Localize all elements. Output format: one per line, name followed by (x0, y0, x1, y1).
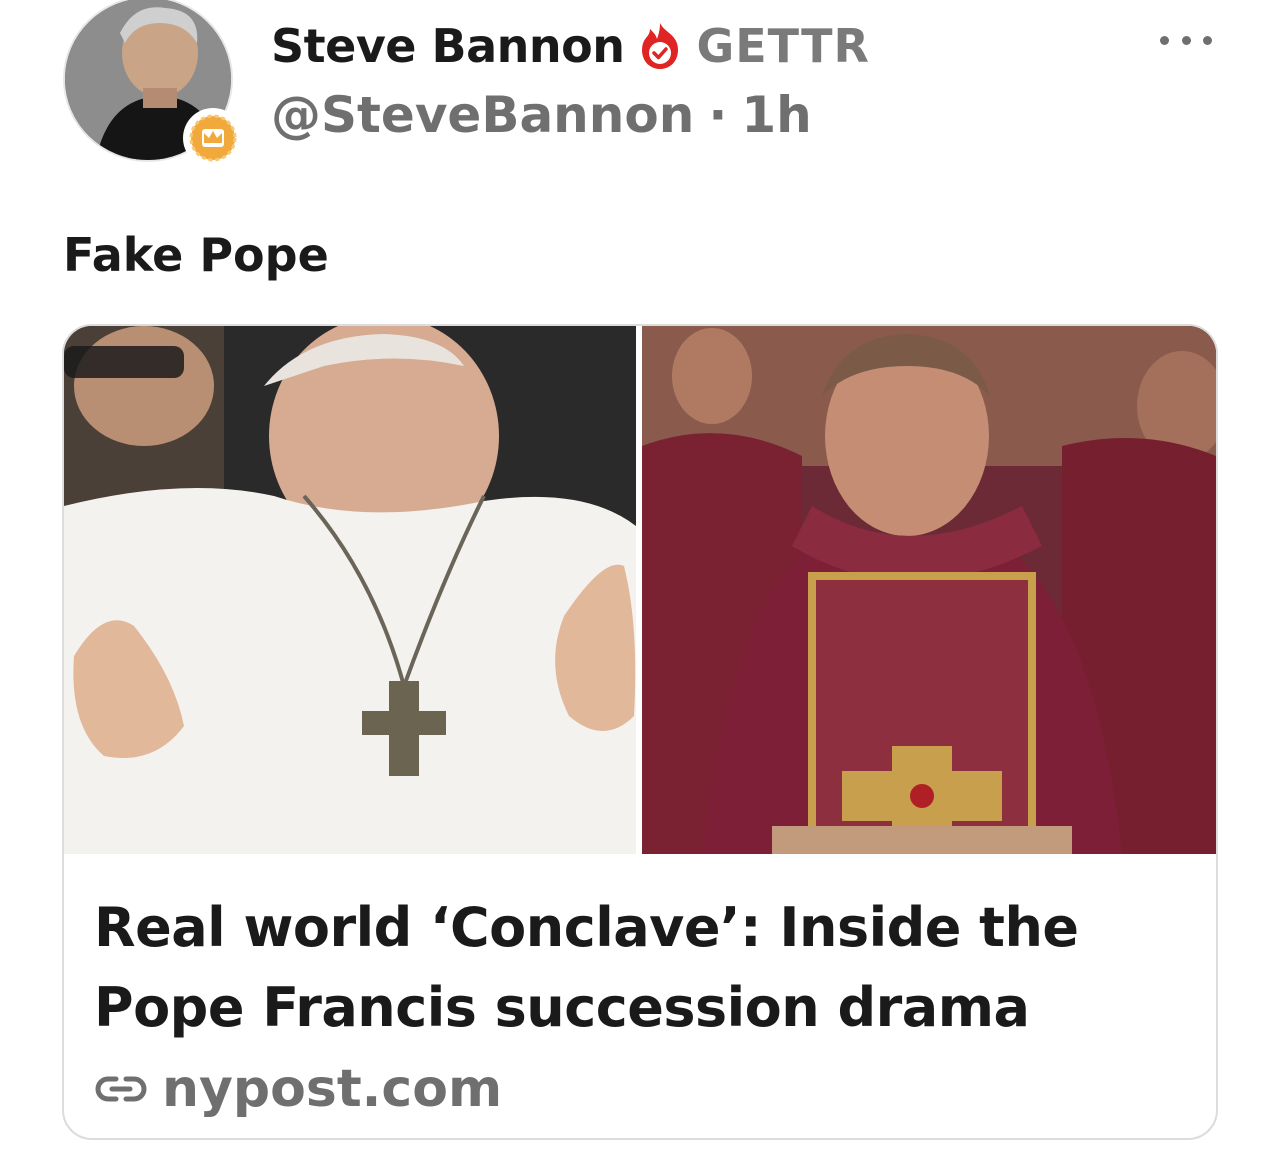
more-dot-icon (1203, 35, 1212, 45)
more-dot-icon (1160, 35, 1169, 45)
more-options-button[interactable] (1158, 24, 1214, 56)
post-text: Fake Pope (63, 228, 329, 282)
author-name-row: Steve Bannon GETTR (271, 16, 870, 76)
gettr-post: Steve Bannon GETTR @SteveBannon · 1h Fak… (0, 0, 1280, 1155)
author-display-name[interactable]: Steve Bannon (271, 19, 625, 73)
meta-separator: · (708, 86, 728, 144)
crown-icon (189, 114, 237, 162)
author-handle[interactable]: @SteveBannon (271, 86, 694, 144)
link-preview-domain-row: nypost.com (94, 1056, 502, 1122)
pope-photo (64, 326, 636, 854)
verified-icon (642, 23, 679, 69)
more-dot-icon (1181, 35, 1191, 45)
platform-label: GETTR (696, 19, 870, 73)
post-timestamp[interactable]: 1h (741, 86, 811, 144)
cardinal-photo (642, 326, 1216, 854)
link-preview-image (64, 326, 1216, 854)
preview-photo-right (642, 326, 1216, 854)
link-preview-title: Real world ‘Conclave’: Inside the Pope F… (94, 896, 1079, 1039)
link-preview-domain: nypost.com (162, 1059, 503, 1119)
preview-photo-left (64, 326, 636, 854)
author-handle-row: @SteveBannon · 1h (271, 84, 812, 146)
link-preview-card[interactable]: Real world ‘Conclave’: Inside the Pope F… (62, 324, 1218, 1140)
crown-badge (183, 108, 243, 168)
link-icon (95, 1076, 147, 1102)
